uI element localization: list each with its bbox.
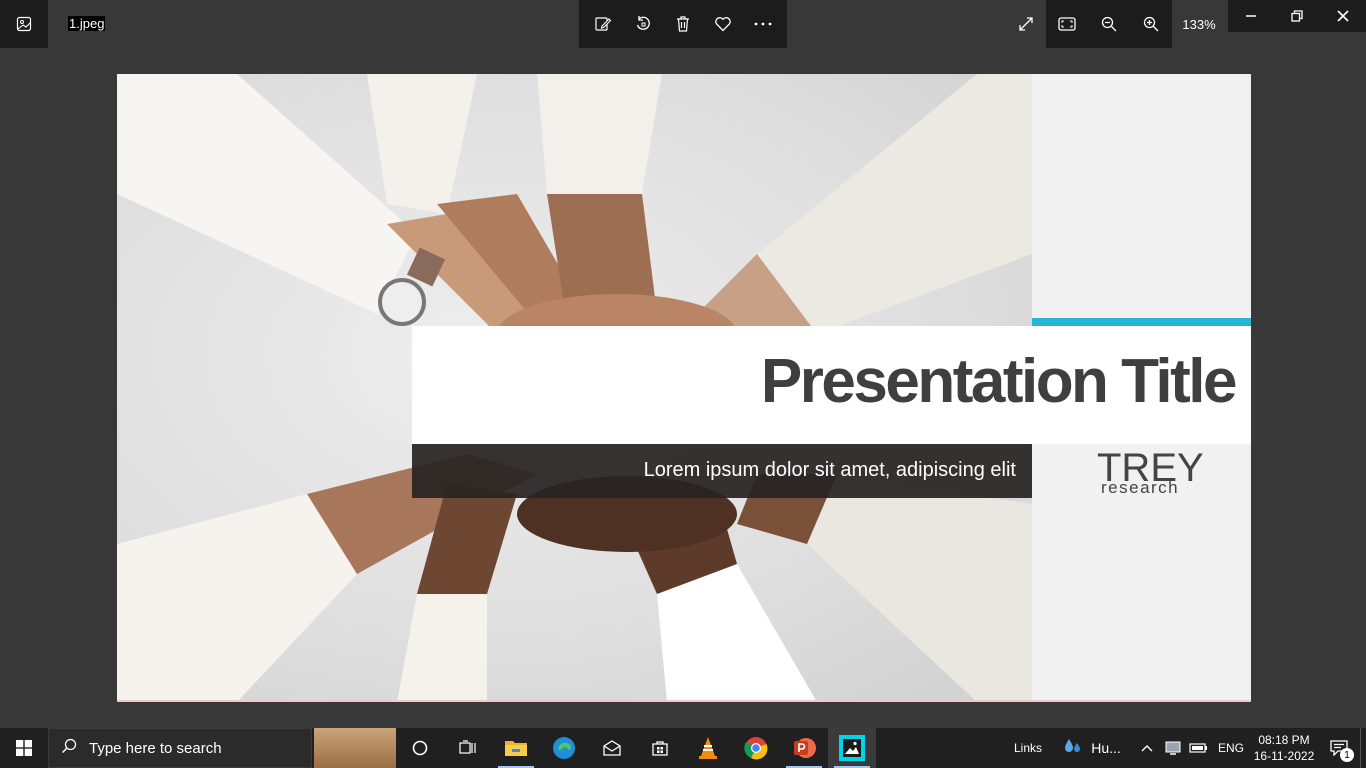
window-controls (1228, 0, 1366, 32)
battery-icon[interactable] (1186, 728, 1212, 768)
edit-icon[interactable] (583, 4, 623, 44)
notification-badge: 1 (1340, 748, 1354, 762)
zoom-toolbar (1046, 0, 1172, 48)
clock-time: 08:18 PM (1258, 733, 1310, 747)
taskbar-search[interactable]: Type here to search (48, 728, 312, 768)
presentation-subtitle: Lorem ipsum dolor sit amet, adipiscing e… (643, 459, 1016, 481)
minimize-icon[interactable] (1228, 0, 1274, 32)
start-button[interactable] (0, 728, 48, 768)
cortana-icon[interactable] (396, 728, 444, 768)
slide-image[interactable]: Presentation Title Lorem ipsum dolor sit… (117, 74, 1251, 702)
restore-icon[interactable] (1274, 0, 1320, 32)
task-view-icon[interactable] (444, 728, 492, 768)
close-icon[interactable] (1320, 0, 1366, 32)
show-desktop-button[interactable] (1360, 728, 1366, 768)
chevron-up-icon[interactable] (1134, 728, 1160, 768)
weather-widget[interactable]: Hu... (1050, 728, 1134, 768)
search-icon (61, 738, 77, 759)
accent-line (1032, 318, 1251, 326)
vlc-icon[interactable] (684, 728, 732, 768)
fit-to-window-icon[interactable] (1047, 4, 1087, 44)
widget-thumbnail[interactable] (314, 728, 396, 768)
zoom-out-icon[interactable] (1089, 4, 1129, 44)
favorite-icon[interactable] (703, 4, 743, 44)
zoom-in-icon[interactable] (1131, 4, 1171, 44)
links-toolbar[interactable]: Links (1006, 728, 1050, 768)
weather-label: Hu... (1091, 740, 1121, 756)
photos-app-icon[interactable] (0, 0, 48, 48)
taskbar: Type here to search Links Hu... ENG 08:1… (0, 728, 1366, 768)
delete-icon[interactable] (663, 4, 703, 44)
image-toolbar (579, 0, 787, 48)
title-band: Presentation Title (412, 326, 1251, 444)
network-icon[interactable] (1160, 728, 1186, 768)
clock-date: 16-11-2022 (1253, 749, 1315, 763)
presentation-title: Presentation Title (760, 347, 1238, 416)
powerpoint-icon[interactable] (780, 728, 828, 768)
chrome-icon[interactable] (732, 728, 780, 768)
edge-icon[interactable] (540, 728, 588, 768)
zoom-level[interactable]: 133% (1172, 0, 1226, 48)
photos-icon[interactable] (828, 728, 876, 768)
file-explorer-icon[interactable] (492, 728, 540, 768)
clock[interactable]: 08:18 PM 16-11-2022 (1250, 728, 1318, 768)
file-name: 1.jpeg (68, 16, 106, 31)
language-indicator[interactable]: ENG (1212, 728, 1250, 768)
more-icon[interactable] (743, 4, 783, 44)
rotate-icon[interactable] (623, 4, 663, 44)
mail-icon[interactable] (588, 728, 636, 768)
store-icon[interactable] (636, 728, 684, 768)
search-placeholder: Type here to search (89, 739, 222, 757)
fullscreen-icon[interactable] (1006, 0, 1046, 48)
subtitle-band: Lorem ipsum dolor sit amet, adipiscing e… (412, 444, 1032, 498)
humidity-icon (1063, 738, 1083, 759)
notification-icon[interactable]: 1 (1318, 728, 1360, 768)
logo-research: research (1101, 478, 1180, 497)
